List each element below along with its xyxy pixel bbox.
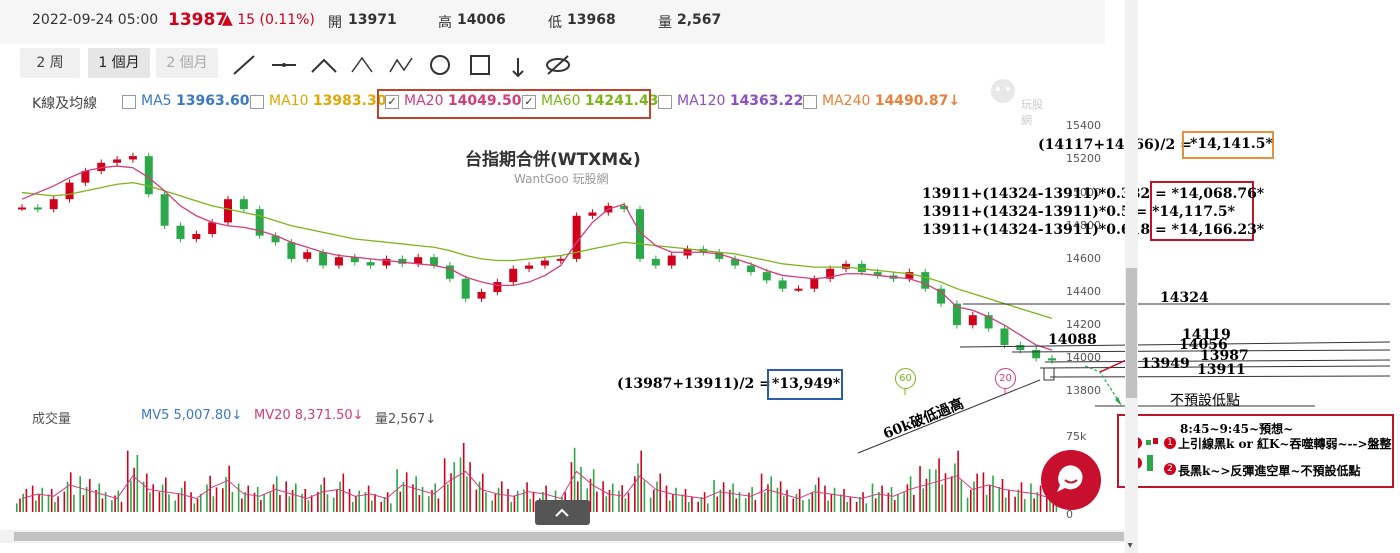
annotation-avg-1: (14117+14166)/2 = (1038, 137, 1192, 153)
level-14088: 14088 (1048, 332, 1097, 348)
fib-line-3: 13911+(14324-13911)*0.618 = *14,166.23* (922, 222, 1265, 238)
level-14324: 14324 (1160, 290, 1209, 306)
no-low-note: 不預設低點 (1170, 393, 1240, 409)
chat-button[interactable] (1041, 450, 1101, 510)
scroll-thumb[interactable] (1126, 268, 1137, 398)
level-13911: 13911 (1197, 362, 1246, 378)
plan-line-2: 長黑k~>反彈進空單~不預設低點 (1178, 464, 1361, 478)
candle-pair-icon (1145, 436, 1161, 448)
horizontal-scrollbar[interactable] (0, 530, 1138, 543)
vertical-scrollbar[interactable]: ▼ (1125, 0, 1138, 553)
chat-icon (1057, 465, 1083, 492)
annotation-avg-1-value: *14,141.5* (1190, 136, 1273, 152)
fib-line-2: 13911+(14324-13911)*0.5 = *14,117.5* (922, 204, 1235, 220)
hscroll-thumb[interactable] (14, 532, 1124, 541)
fib-line-1: 13911+(14324-13911)*0.382 = *14,068.76* (922, 186, 1265, 202)
annotation-avg-2: (13987+13911)/2 = (617, 376, 771, 392)
plan-badge-1b: 1 (1164, 437, 1176, 449)
plan-badge-2b: 2 (1164, 463, 1176, 475)
level-13949: 13949 (1141, 356, 1190, 372)
plan-line-1: 上引線黑k or 紅K~吞噬轉弱~-->盤整 (1178, 437, 1392, 451)
ma20-marker: 20 (995, 368, 1016, 389)
ma60-marker: 60 (895, 368, 916, 389)
green-candle-icon (1147, 455, 1153, 471)
annotation-avg-2-value: *13,949* (772, 376, 841, 392)
